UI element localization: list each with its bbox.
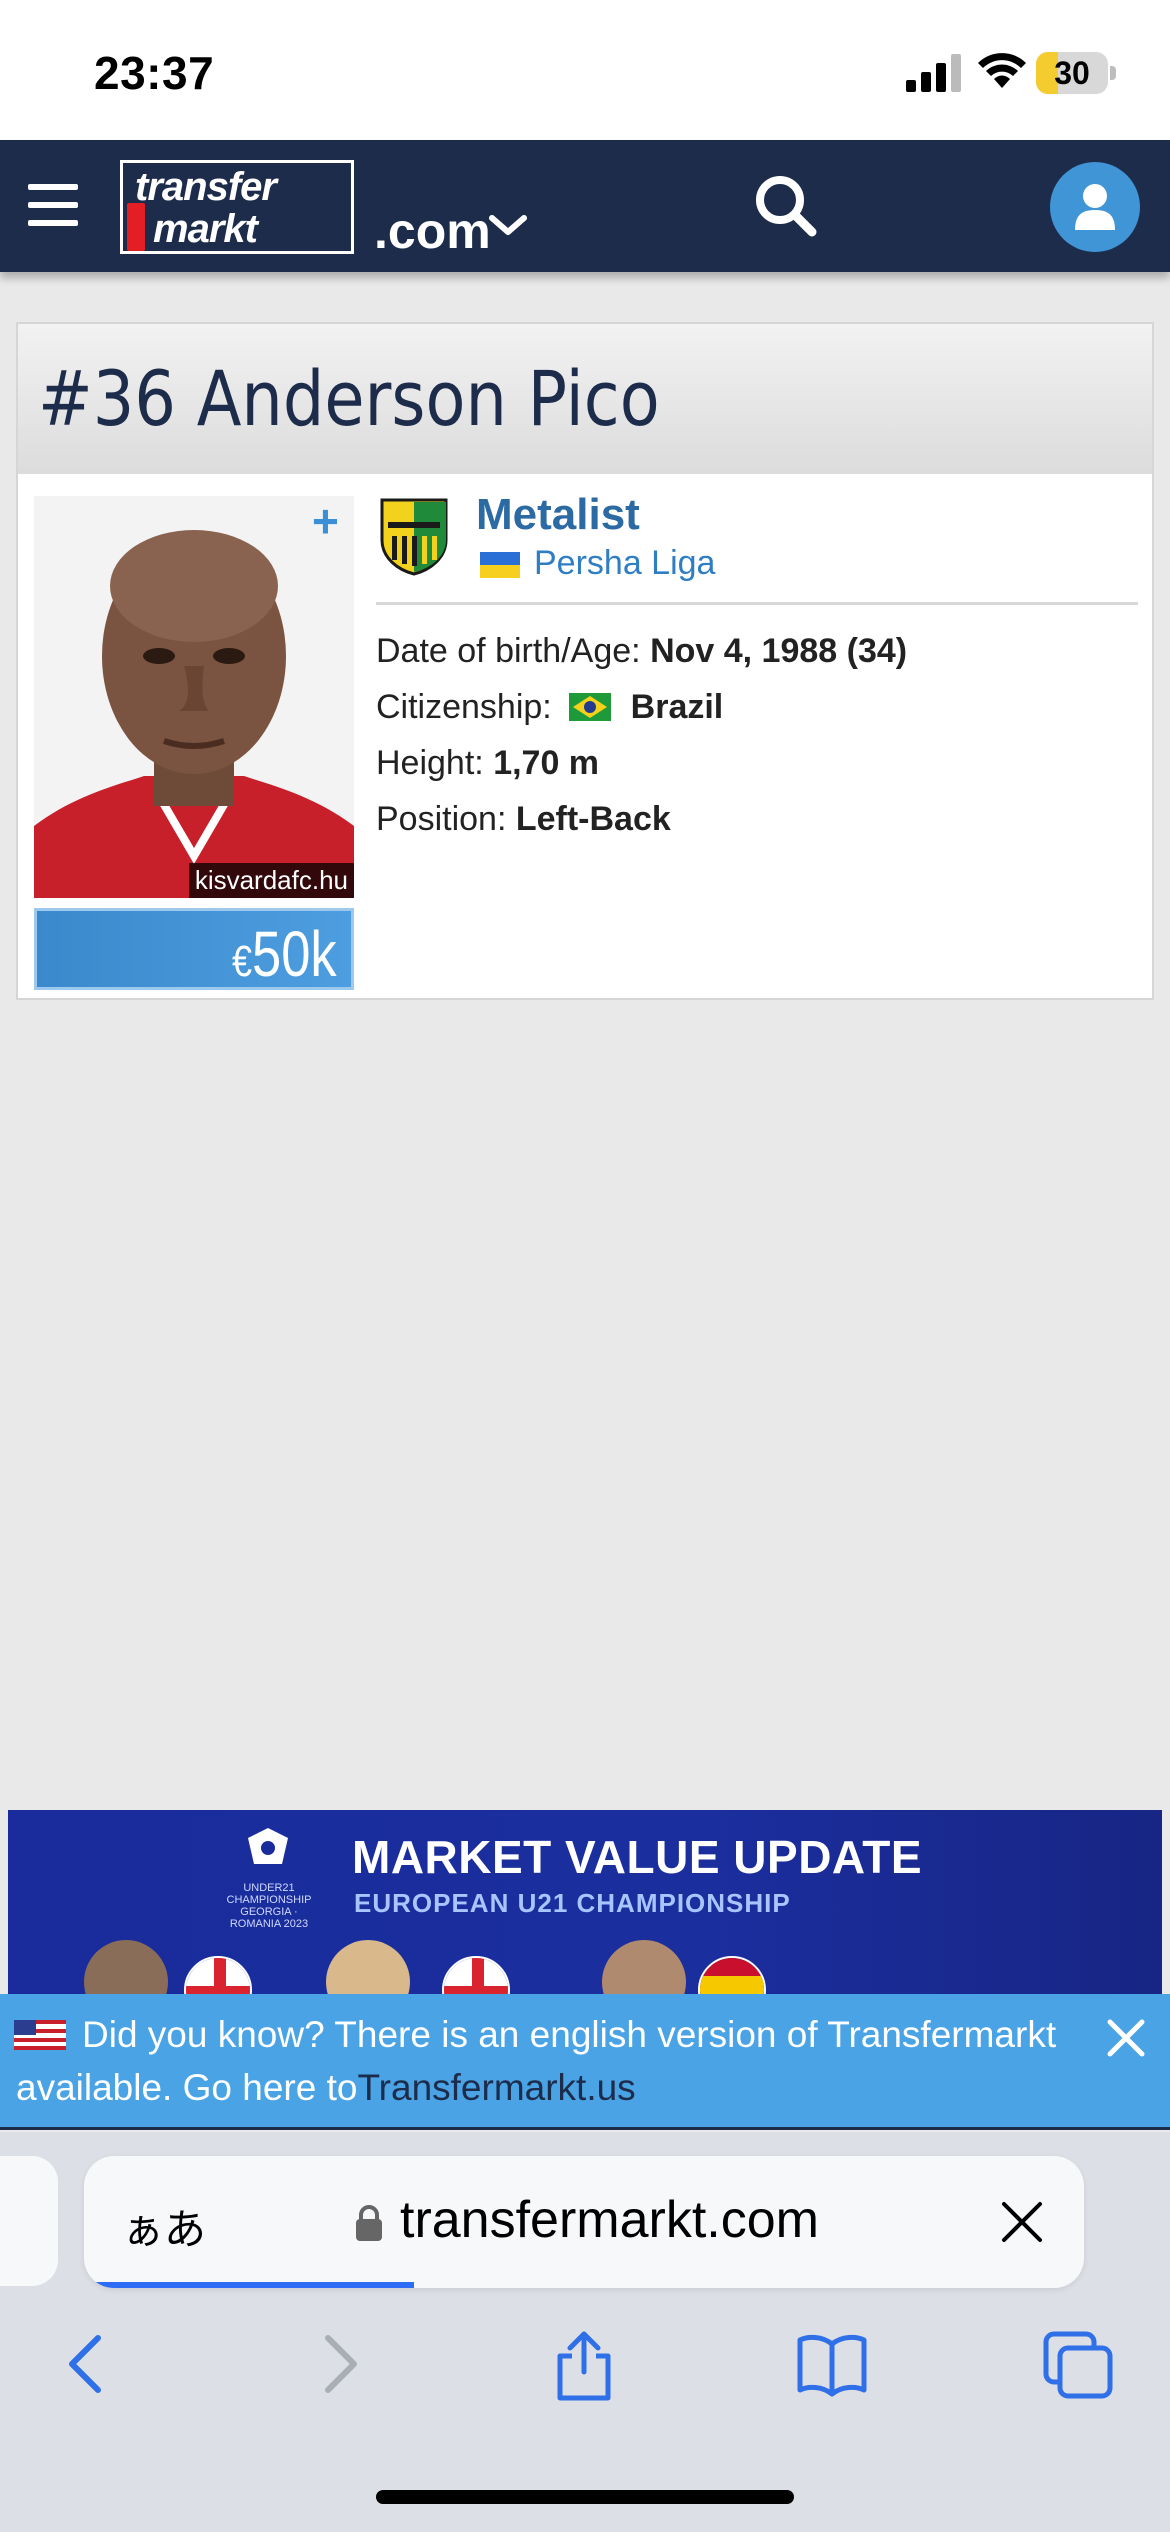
divider (376, 602, 1138, 605)
position-value: Left-Back (515, 800, 671, 838)
market-value: €50k (232, 917, 337, 991)
close-icon[interactable] (1104, 2016, 1148, 2060)
ukraine-flag-icon (480, 552, 520, 578)
dob-label: Date of birth/Age: (376, 632, 641, 670)
tabs-icon[interactable] (1040, 2326, 1116, 2402)
market-value-currency: € (232, 937, 253, 986)
battery-icon: 30 (1036, 52, 1116, 94)
logo-line-1: transfer (135, 165, 277, 209)
brazil-flag-icon (569, 693, 612, 722)
photo-credit: kisvardafc.hu (188, 863, 354, 898)
england-flag-icon (184, 1956, 252, 1994)
player-thumbnail (326, 1940, 410, 1994)
stop-loading-icon[interactable] (1000, 2200, 1044, 2244)
height-label: Height: (376, 744, 484, 782)
club-crest-icon[interactable] (378, 496, 450, 576)
ad-banner[interactable]: UNDER21 CHAMPIONSHIP GEORGIA · ROMANIA 2… (8, 1810, 1162, 1994)
info-row-position: Position: Left-Back (376, 800, 671, 839)
player-portrait (34, 496, 354, 898)
player-photo[interactable]: kisvardafc.hu (34, 496, 354, 898)
position-label: Position: (376, 800, 507, 838)
dob-value: Nov 4, 1988 (34) (650, 632, 908, 670)
player-title: #36 Anderson Pico (38, 354, 660, 443)
ad-subtitle: EUROPEAN U21 CHAMPIONSHIP (354, 1888, 791, 1918)
back-icon[interactable] (50, 2326, 126, 2402)
chevron-down-icon[interactable] (486, 210, 530, 240)
home-indicator (376, 2490, 794, 2504)
market-value-box[interactable]: €50k (34, 908, 354, 990)
lock-icon (356, 2205, 382, 2241)
info-row-height: Height: 1,70 m (376, 744, 599, 783)
citizenship-label: Citizenship: (376, 688, 552, 726)
england-flag-icon (442, 1956, 510, 1994)
status-bar: 23:37 30 (0, 0, 1170, 140)
forward-icon[interactable] (300, 2326, 376, 2402)
previous-tab[interactable] (0, 2156, 58, 2286)
url-text[interactable]: transfermarkt.com (400, 2190, 819, 2250)
address-bar[interactable]: ぁあ transfermarkt.com (84, 2156, 1084, 2288)
player-thumbnail (602, 1940, 686, 1994)
citizenship-value: Brazil (630, 688, 724, 726)
bookmarks-icon[interactable] (794, 2326, 870, 2402)
spain-flag-icon (698, 1956, 766, 1994)
search-icon[interactable] (754, 174, 818, 238)
info-row-citizenship: Citizenship: Brazil (376, 688, 723, 727)
notice-text: Did you know? There is an english versio… (16, 2008, 1076, 2114)
u21-logo-text: UNDER21 CHAMPIONSHIP GEORGIA · ROMANIA 2… (226, 1882, 312, 1930)
site-header: transfer markt .com (0, 140, 1170, 272)
ad-title: MARKET VALUE UPDATE (352, 1831, 923, 1883)
page-load-progress (84, 2282, 414, 2288)
domain-selector[interactable]: .com (374, 202, 491, 260)
english-version-notice[interactable]: Did you know? There is an english versio… (0, 1994, 1170, 2130)
player-thumbnail (84, 1940, 168, 1994)
share-icon[interactable] (546, 2326, 622, 2402)
market-value-amount: 50k (252, 918, 337, 990)
league-link[interactable]: Persha Liga (534, 544, 715, 583)
battery-level: 30 (1054, 55, 1090, 91)
height-value: 1,70 m (493, 744, 600, 782)
logo-line-2: markt (153, 207, 258, 251)
transfermarkt-us-link[interactable]: Transfermarkt.us (357, 2067, 635, 2108)
menu-icon[interactable] (28, 184, 80, 228)
player-profile-card: #36 Anderson Pico kisvardafc.hu + €50k M… (16, 322, 1154, 1000)
info-row-dob: Date of birth/Age: Nov 4, 1988 (34) (376, 632, 907, 671)
club-link[interactable]: Metalist (476, 490, 640, 540)
player-header: #36 Anderson Pico (18, 324, 1152, 474)
browser-toolbar: ぁあ transfermarkt.com (0, 2132, 1170, 2532)
wifi-icon (978, 53, 1026, 88)
plus-icon[interactable]: + (312, 494, 339, 548)
page-settings-button[interactable]: ぁあ (122, 2196, 206, 2257)
cellular-signal-icon (906, 54, 961, 92)
status-time: 23:37 (94, 47, 215, 99)
transfermarkt-logo[interactable]: transfer markt (120, 160, 354, 254)
user-account-icon[interactable] (1050, 162, 1140, 252)
